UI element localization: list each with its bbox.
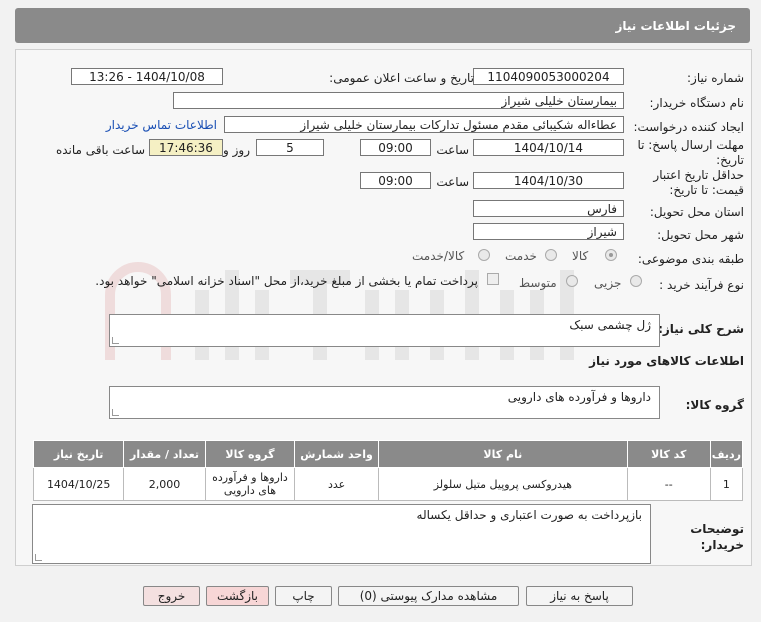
buyer-org-field: بیمارستان خلیلی شیراز (173, 92, 624, 109)
process-radio-medium[interactable] (566, 275, 578, 287)
col-group: گروه کالا (204, 440, 296, 468)
category-option-service: خدمت (505, 249, 537, 263)
process-option-minor: جزیی (594, 276, 622, 290)
goods-section-title: اطلاعات کالاهای مورد نیاز (589, 354, 744, 368)
page-header: جزئیات اطلاعات نیاز (15, 8, 750, 43)
treasury-checkbox[interactable] (487, 273, 499, 285)
creator-label: ایجاد کننده درخواست: (633, 120, 744, 134)
need-number-field: 1104090053000204 (473, 68, 624, 85)
province-label: استان محل تحویل: (649, 205, 744, 219)
cell-qty: 2,000 (123, 467, 206, 501)
remaining-time-field: 17:46:36 (149, 139, 223, 156)
contact-buyer-link[interactable]: اطلاعات تماس خریدار (106, 118, 217, 132)
page-title: جزئیات اطلاعات نیاز (615, 19, 736, 33)
col-code: کد کالا (626, 440, 711, 468)
col-name: نام کالا (377, 440, 628, 468)
cell-date: 1404/10/25 (32, 467, 125, 501)
cell-row: 1 (709, 467, 744, 501)
cell-code: -- (626, 467, 711, 501)
print-button[interactable]: چاپ (275, 586, 332, 606)
announce-field: 1404/10/08 - 13:26 (71, 68, 223, 85)
deadline-time-label: ساعت (436, 143, 469, 157)
category-radio-goods[interactable] (605, 249, 617, 261)
view-documents-button[interactable]: مشاهده مدارک پیوستی (0) (338, 586, 519, 606)
announce-label: تاریخ و ساعت اعلان عمومی: (329, 71, 474, 85)
city-label: شهر محل تحویل: (657, 228, 744, 242)
process-label: نوع فرآیند خرید : (659, 278, 744, 292)
cell-group: داروها و فرآورده های دارویی (204, 467, 296, 501)
col-date: تاریخ نیاز (32, 440, 125, 468)
category-radio-both[interactable] (478, 249, 490, 261)
payment-note: پرداخت تمام یا بخشی از مبلغ خرید،از محل … (95, 274, 478, 288)
cell-unit: عدد (294, 467, 379, 501)
summary-label: شرح کلی نیاز: (658, 322, 744, 336)
deadline-time-field: 09:00 (360, 139, 431, 156)
validity-time-label: ساعت (436, 175, 469, 189)
table-header-row: ردیف کد کالا نام کالا واحد شمارش گروه کا… (32, 440, 744, 468)
process-option-medium: متوسط (519, 276, 557, 290)
province-field: فارس (473, 200, 624, 217)
creator-field: عطاءاله شکیبائی مقدم مسئول تدارکات بیمار… (224, 116, 624, 133)
col-qty: تعداد / مقدار (123, 440, 206, 468)
city-field: شیراز (473, 223, 624, 240)
deadline-date-field: 1404/10/14 (473, 139, 624, 156)
table-row: 1 -- هیدروکسی پروپیل متیل سلولز عدد دارو… (32, 467, 744, 501)
items-table: ردیف کد کالا نام کالا واحد شمارش گروه کا… (32, 440, 744, 501)
validity-time-field: 09:00 (360, 172, 431, 189)
deadline-label: مهلت ارسال پاسخ: تا تاریخ: (637, 138, 744, 167)
col-unit: واحد شمارش (294, 440, 379, 468)
category-option-both: کالا/خدمت (412, 249, 465, 263)
goods-group-label: گروه کالا: (685, 398, 744, 412)
need-number-label: شماره نیاز: (687, 71, 744, 85)
validity-label: حداقل تاریخ اعتبار قیمت: تا تاریخ: (653, 168, 744, 197)
category-radio-service[interactable] (545, 249, 557, 261)
goods-group-field: داروها و فرآورده های دارویی (109, 386, 660, 419)
notes-field: بازپرداخت به صورت اعتباری و حداقل یکساله (32, 504, 651, 564)
notes-label: توضیحات خریدار: (690, 522, 744, 552)
days-and-label: روز و (223, 143, 250, 157)
back-button[interactable]: بازگشت (206, 586, 269, 606)
buyer-org-label: نام دستگاه خریدار: (649, 96, 745, 110)
category-option-goods: کالا (572, 249, 589, 263)
category-label: طبقه بندی موضوعی: (637, 252, 744, 266)
exit-button[interactable]: خروج (143, 586, 200, 606)
process-radio-minor[interactable] (630, 275, 642, 287)
summary-field: ژل چشمی سبک (109, 314, 660, 347)
remaining-label: ساعت باقی مانده (55, 143, 145, 157)
cell-name: هیدروکسی پروپیل متیل سلولز (377, 467, 628, 501)
days-field: 5 (256, 139, 324, 156)
col-row: ردیف (709, 440, 744, 468)
reply-button[interactable]: پاسخ به نیاز (526, 586, 633, 606)
validity-date-field: 1404/10/30 (473, 172, 624, 189)
